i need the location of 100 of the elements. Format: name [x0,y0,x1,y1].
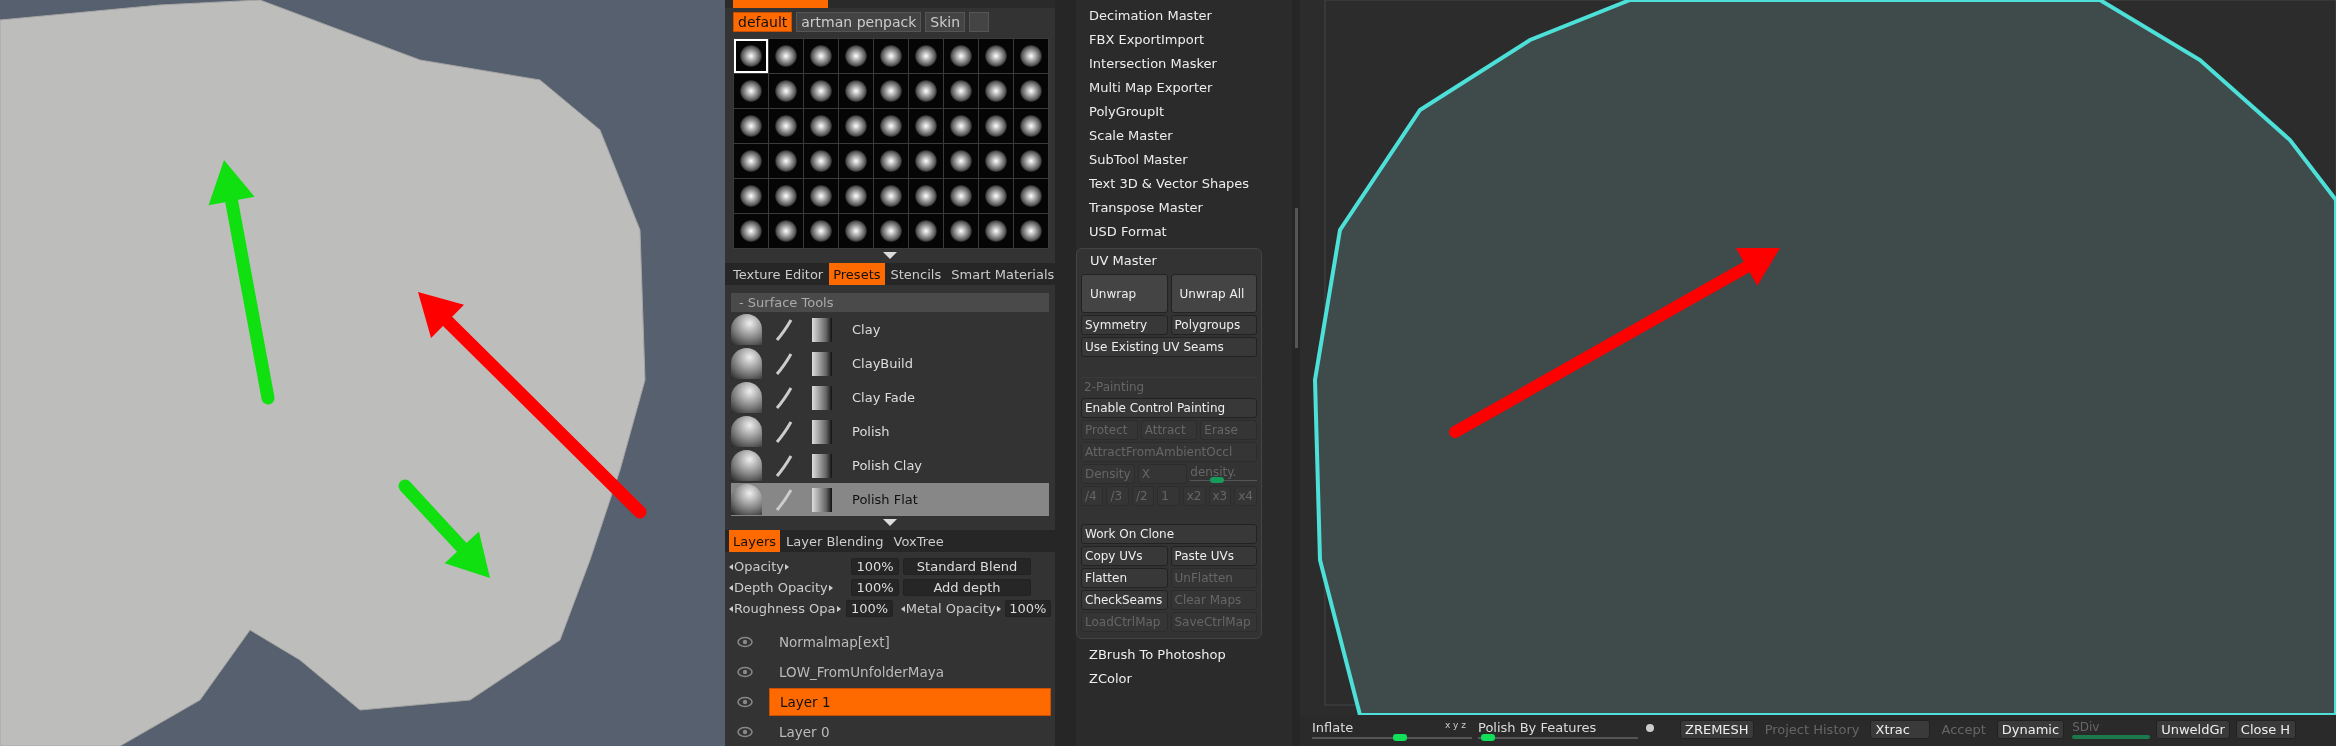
eye-icon[interactable] [737,696,753,708]
alpha-thumbnail[interactable] [1014,74,1048,108]
alpha-thumbnail[interactable] [839,39,873,73]
preset-item[interactable]: ClayBuild [731,347,1049,380]
decrease-icon[interactable] [900,605,905,612]
alpha-thumbnail[interactable] [804,109,838,143]
panel-tab[interactable]: Texture Editor [729,263,828,285]
decrease-icon[interactable] [729,605,733,612]
preset-item[interactable]: Polish Clay [731,449,1049,482]
alpha-thumbnail[interactable] [874,39,908,73]
plugin-button[interactable]: Unwrap All [1170,274,1257,313]
plugin-button[interactable]: Use Existing UV Seams [1081,337,1257,357]
decrease-icon[interactable] [729,563,733,570]
alpha-thumbnail[interactable] [734,214,768,248]
alpha-thumbnail[interactable] [734,39,768,73]
alpha-thumbnail[interactable] [909,109,943,143]
value-field[interactable]: 100% [851,579,899,596]
alpha-thumbnail[interactable] [944,214,978,248]
alpha-thumbnail[interactable] [769,144,803,178]
plugin-item[interactable]: Transpose Master [1076,196,1292,220]
alpha-thumbnail[interactable] [804,214,838,248]
panel-title[interactable]: UV Master [1081,249,1257,272]
plugin-button[interactable]: Unwrap [1081,274,1168,313]
plugin-item[interactable]: Intersection Masker [1076,52,1292,76]
alpha-thumbnail[interactable] [769,109,803,143]
scrollbar[interactable] [1294,207,1298,348]
alpha-thumbnail[interactable] [804,74,838,108]
increase-icon[interactable] [828,584,833,591]
plugin-button[interactable]: Paste UVs [1170,546,1257,566]
alpha-thumbnail[interactable] [1014,144,1048,178]
alpha-thumbnail[interactable] [944,144,978,178]
blend-dropdown[interactable]: Standard Blend [903,558,1031,575]
panel-tab[interactable]: Layer Blending [782,530,888,552]
radio-icon[interactable] [1646,724,1654,732]
alpha-thumbnail[interactable] [979,74,1013,108]
increase-icon[interactable] [836,605,841,612]
alpha-thumbnail[interactable] [874,144,908,178]
alpha-thumbnail[interactable] [804,39,838,73]
panel-tab[interactable]: Layers [729,530,781,552]
toolbar-button[interactable]: Xtrac [1870,720,1931,739]
alpha-thumbnail[interactable] [944,39,978,73]
panel-tab[interactable]: Presets [829,263,885,285]
plugin-button[interactable]: Enable Control Painting [1081,398,1257,418]
alpha-thumbnail[interactable] [944,74,978,108]
value-field[interactable]: 100% [1004,600,1051,617]
toolbar-button[interactable]: Dynamic [1996,720,2065,739]
eye-icon[interactable] [737,636,753,648]
plugin-item[interactable]: Decimation Master [1076,4,1292,28]
alpha-thumbnail[interactable] [734,109,768,143]
plugin-item[interactable]: SubTool Master [1076,148,1292,172]
alpha-tab[interactable]: Skin [925,12,966,32]
alpha-thumbnail[interactable] [839,179,873,213]
increase-icon[interactable] [996,605,1001,612]
alpha-thumbnail[interactable] [909,179,943,213]
slider-thumb[interactable] [1393,734,1407,741]
alpha-thumbnail[interactable] [1014,109,1048,143]
plugin-item[interactable]: ZBrush To Photoshop [1076,643,1292,667]
alpha-thumbnail[interactable] [839,74,873,108]
alpha-thumbnail[interactable] [734,74,768,108]
alpha-thumbnail[interactable] [874,74,908,108]
alpha-thumbnail[interactable] [769,179,803,213]
depth-dropdown[interactable]: Add depth [903,579,1031,596]
slider[interactable]: Polish By Features [1478,720,1638,739]
alpha-thumbnail[interactable] [979,179,1013,213]
alpha-thumbnail[interactable] [874,214,908,248]
eye-icon[interactable] [737,726,753,738]
layer-item[interactable]: LOW_FromUnfolderMaya [769,659,1051,685]
layer-item[interactable]: Layer 0 [769,719,1051,745]
alpha-thumbnail[interactable] [979,144,1013,178]
preset-item[interactable]: Polish Flat [731,483,1049,516]
alpha-thumbnail[interactable] [769,39,803,73]
alpha-thumbnail[interactable] [769,74,803,108]
alpha-thumbnail[interactable] [734,179,768,213]
plugin-button[interactable]: Flatten [1081,568,1168,588]
slider-label[interactable]: Roughness Opa [734,601,836,616]
plugin-button[interactable]: Symmetry [1081,315,1168,335]
slider-thumb[interactable] [1480,734,1495,741]
slider[interactable]: Inflate x y z [1312,720,1472,739]
alpha-thumbnail[interactable] [839,144,873,178]
plugin-button[interactable]: Work On Clone [1081,524,1257,544]
alpha-thumbnail[interactable] [874,109,908,143]
plugin-button[interactable]: Polygroups [1170,315,1257,335]
plugin-item[interactable]: ZColor [1076,667,1292,691]
plugin-item[interactable]: Scale Master [1076,124,1292,148]
alpha-thumbnail[interactable] [839,214,873,248]
alpha-thumbnail[interactable] [1014,179,1048,213]
slider-thumb[interactable] [1210,477,1224,483]
plugin-item[interactable]: USD Format [1076,220,1292,244]
alpha-tab[interactable]: default [733,12,793,32]
alpha-thumbnail[interactable] [909,214,943,248]
value-field[interactable]: 100% [851,558,899,575]
alpha-thumbnail[interactable] [979,214,1013,248]
preset-item[interactable]: Clay [731,313,1049,346]
alpha-thumbnail[interactable] [979,39,1013,73]
alpha-thumbnail[interactable] [979,109,1013,143]
panel-tab[interactable]: VoxTree [889,530,948,552]
slider-label[interactable]: Metal Opacity [905,601,996,616]
panel-tab[interactable]: Stencils [886,263,946,285]
plugin-button[interactable]: CheckSeams [1081,590,1168,610]
plugin-item[interactable]: PolyGroupIt [1076,100,1292,124]
